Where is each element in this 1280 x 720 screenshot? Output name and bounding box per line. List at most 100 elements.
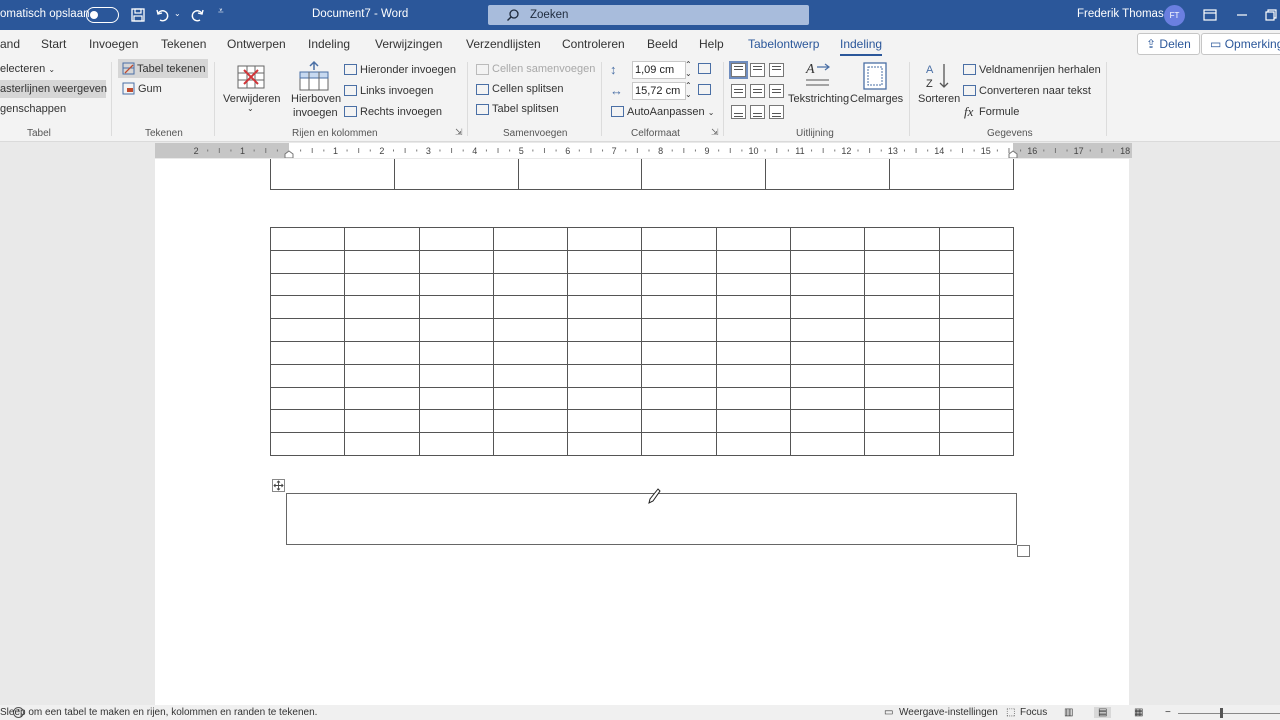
table-cell[interactable] bbox=[269, 432, 346, 456]
table-cell[interactable] bbox=[641, 409, 717, 434]
table-cell[interactable] bbox=[938, 363, 1015, 388]
table-cell[interactable] bbox=[641, 159, 767, 190]
merge-cells-button[interactable]: Cellen samenvoegen bbox=[492, 63, 595, 75]
table-cell[interactable] bbox=[418, 295, 494, 320]
table-cell[interactable] bbox=[492, 272, 569, 297]
table-cell[interactable] bbox=[938, 318, 1015, 342]
table-cell[interactable] bbox=[344, 318, 420, 342]
properties-button[interactable]: genschappen bbox=[0, 103, 66, 115]
cell-margins-button[interactable]: Celmarges bbox=[850, 93, 903, 105]
zoom-slider[interactable] bbox=[1178, 713, 1280, 714]
dialog-launcher-icon[interactable]: ⇲ bbox=[711, 127, 719, 138]
search-box[interactable]: Zoeken bbox=[488, 5, 809, 25]
ribbon-display-icon[interactable] bbox=[1201, 6, 1219, 24]
table-cell[interactable] bbox=[938, 409, 1015, 434]
table-cell[interactable] bbox=[344, 272, 420, 297]
read-mode-icon[interactable]: ▥ bbox=[1064, 707, 1073, 718]
table-cell[interactable] bbox=[889, 159, 1014, 190]
share-button[interactable]: ⇪ Delen bbox=[1137, 33, 1200, 55]
align-bottom-left-button[interactable] bbox=[731, 105, 746, 119]
table-cell[interactable] bbox=[418, 227, 494, 251]
table-cell[interactable] bbox=[938, 272, 1015, 297]
table-cell[interactable] bbox=[492, 295, 569, 320]
eraser-button[interactable]: Gum bbox=[138, 83, 162, 95]
focus-button[interactable]: Focus bbox=[1020, 707, 1047, 718]
align-top-right-button[interactable] bbox=[769, 63, 784, 77]
table-cell[interactable] bbox=[269, 227, 346, 251]
table-cell[interactable] bbox=[344, 295, 420, 320]
tab-beeld[interactable]: Beeld bbox=[647, 37, 678, 51]
table-cell[interactable] bbox=[790, 318, 866, 342]
table-cell[interactable] bbox=[715, 295, 792, 320]
table-cell[interactable] bbox=[344, 227, 420, 251]
tab-file[interactable]: and bbox=[0, 37, 20, 51]
comments-button[interactable]: ▭ Opmerking bbox=[1201, 33, 1280, 55]
column-width-field[interactable]: 15,72 cm bbox=[632, 82, 686, 100]
table-cell[interactable] bbox=[790, 432, 866, 456]
redo-icon[interactable] bbox=[188, 6, 206, 24]
table-cell[interactable] bbox=[270, 159, 395, 190]
table-cell[interactable] bbox=[418, 363, 494, 388]
table-cell[interactable] bbox=[715, 409, 792, 434]
table-cell[interactable] bbox=[790, 386, 866, 411]
table-cell[interactable] bbox=[864, 318, 940, 342]
table-cell[interactable] bbox=[790, 272, 866, 297]
table-cell[interactable] bbox=[641, 295, 717, 320]
table-cell[interactable] bbox=[344, 363, 420, 388]
table-cell[interactable] bbox=[641, 363, 717, 388]
tab-verzendlijsten[interactable]: Verzendlijsten bbox=[466, 37, 541, 51]
table-cell[interactable] bbox=[938, 386, 1015, 411]
distribute-rows-icon[interactable] bbox=[698, 63, 711, 74]
table-cell[interactable] bbox=[864, 272, 940, 297]
table-resize-handle[interactable] bbox=[1017, 545, 1030, 557]
insert-above-label-2[interactable]: invoegen bbox=[293, 107, 338, 119]
table-cell[interactable] bbox=[567, 409, 643, 434]
print-layout-icon[interactable]: ▤ bbox=[1094, 707, 1112, 718]
table-cell[interactable] bbox=[864, 386, 940, 411]
table-cell[interactable] bbox=[864, 295, 940, 320]
table-cell[interactable] bbox=[344, 249, 420, 274]
table-cell[interactable] bbox=[567, 340, 643, 365]
table-cell[interactable] bbox=[344, 432, 420, 456]
tab-tabelontwerp[interactable]: Tabelontwerp bbox=[748, 37, 819, 51]
table-cell[interactable] bbox=[790, 249, 866, 274]
row-height-field[interactable]: 1,09 cm bbox=[632, 61, 686, 79]
table-cell[interactable] bbox=[418, 340, 494, 365]
minimize-icon[interactable] bbox=[1233, 6, 1251, 24]
autofit-button[interactable]: AutoAanpassen ⌄ bbox=[627, 106, 714, 118]
table-cell[interactable] bbox=[864, 409, 940, 434]
table-cell[interactable] bbox=[790, 363, 866, 388]
table-cell[interactable] bbox=[567, 249, 643, 274]
table-cell[interactable] bbox=[344, 340, 420, 365]
table-cell[interactable] bbox=[393, 159, 519, 190]
table-cell[interactable] bbox=[715, 363, 792, 388]
zoom-slider-thumb[interactable] bbox=[1220, 708, 1223, 718]
table-cell[interactable] bbox=[938, 295, 1015, 320]
undo-dropdown-icon[interactable]: ⌄ bbox=[174, 9, 181, 18]
table-cell[interactable] bbox=[938, 340, 1015, 365]
formula-button[interactable]: Formule bbox=[979, 106, 1019, 118]
draw-table-button[interactable]: Tabel tekenen bbox=[137, 63, 206, 75]
table-cell[interactable] bbox=[492, 386, 569, 411]
tab-invoegen[interactable]: Invoegen bbox=[89, 37, 138, 51]
restore-icon[interactable] bbox=[1262, 6, 1280, 24]
table-cell[interactable] bbox=[269, 318, 346, 342]
select-button[interactable]: electeren ⌄ bbox=[0, 63, 55, 75]
split-cells-button[interactable]: Cellen splitsen bbox=[492, 83, 564, 95]
table-cell[interactable] bbox=[864, 249, 940, 274]
table-cell[interactable] bbox=[269, 295, 346, 320]
table-cell[interactable] bbox=[641, 272, 717, 297]
table-cell[interactable] bbox=[641, 432, 717, 456]
table-cell[interactable] bbox=[938, 432, 1015, 456]
tab-indeling[interactable]: Indeling bbox=[308, 37, 350, 51]
tab-ontwerpen[interactable]: Ontwerpen bbox=[227, 37, 286, 51]
row-height-spinner-icon[interactable]: ⌃ ⌄ bbox=[685, 60, 692, 78]
table-cell[interactable] bbox=[269, 272, 346, 297]
table-cell[interactable] bbox=[641, 249, 717, 274]
insert-above-label-1[interactable]: Hierboven bbox=[291, 93, 341, 105]
table-cell[interactable] bbox=[715, 318, 792, 342]
chevron-down-icon[interactable]: ⌄ bbox=[247, 104, 254, 113]
dialog-launcher-icon[interactable]: ⇲ bbox=[455, 127, 463, 138]
align-middle-left-button[interactable] bbox=[731, 84, 746, 98]
table-cell[interactable] bbox=[492, 432, 569, 456]
